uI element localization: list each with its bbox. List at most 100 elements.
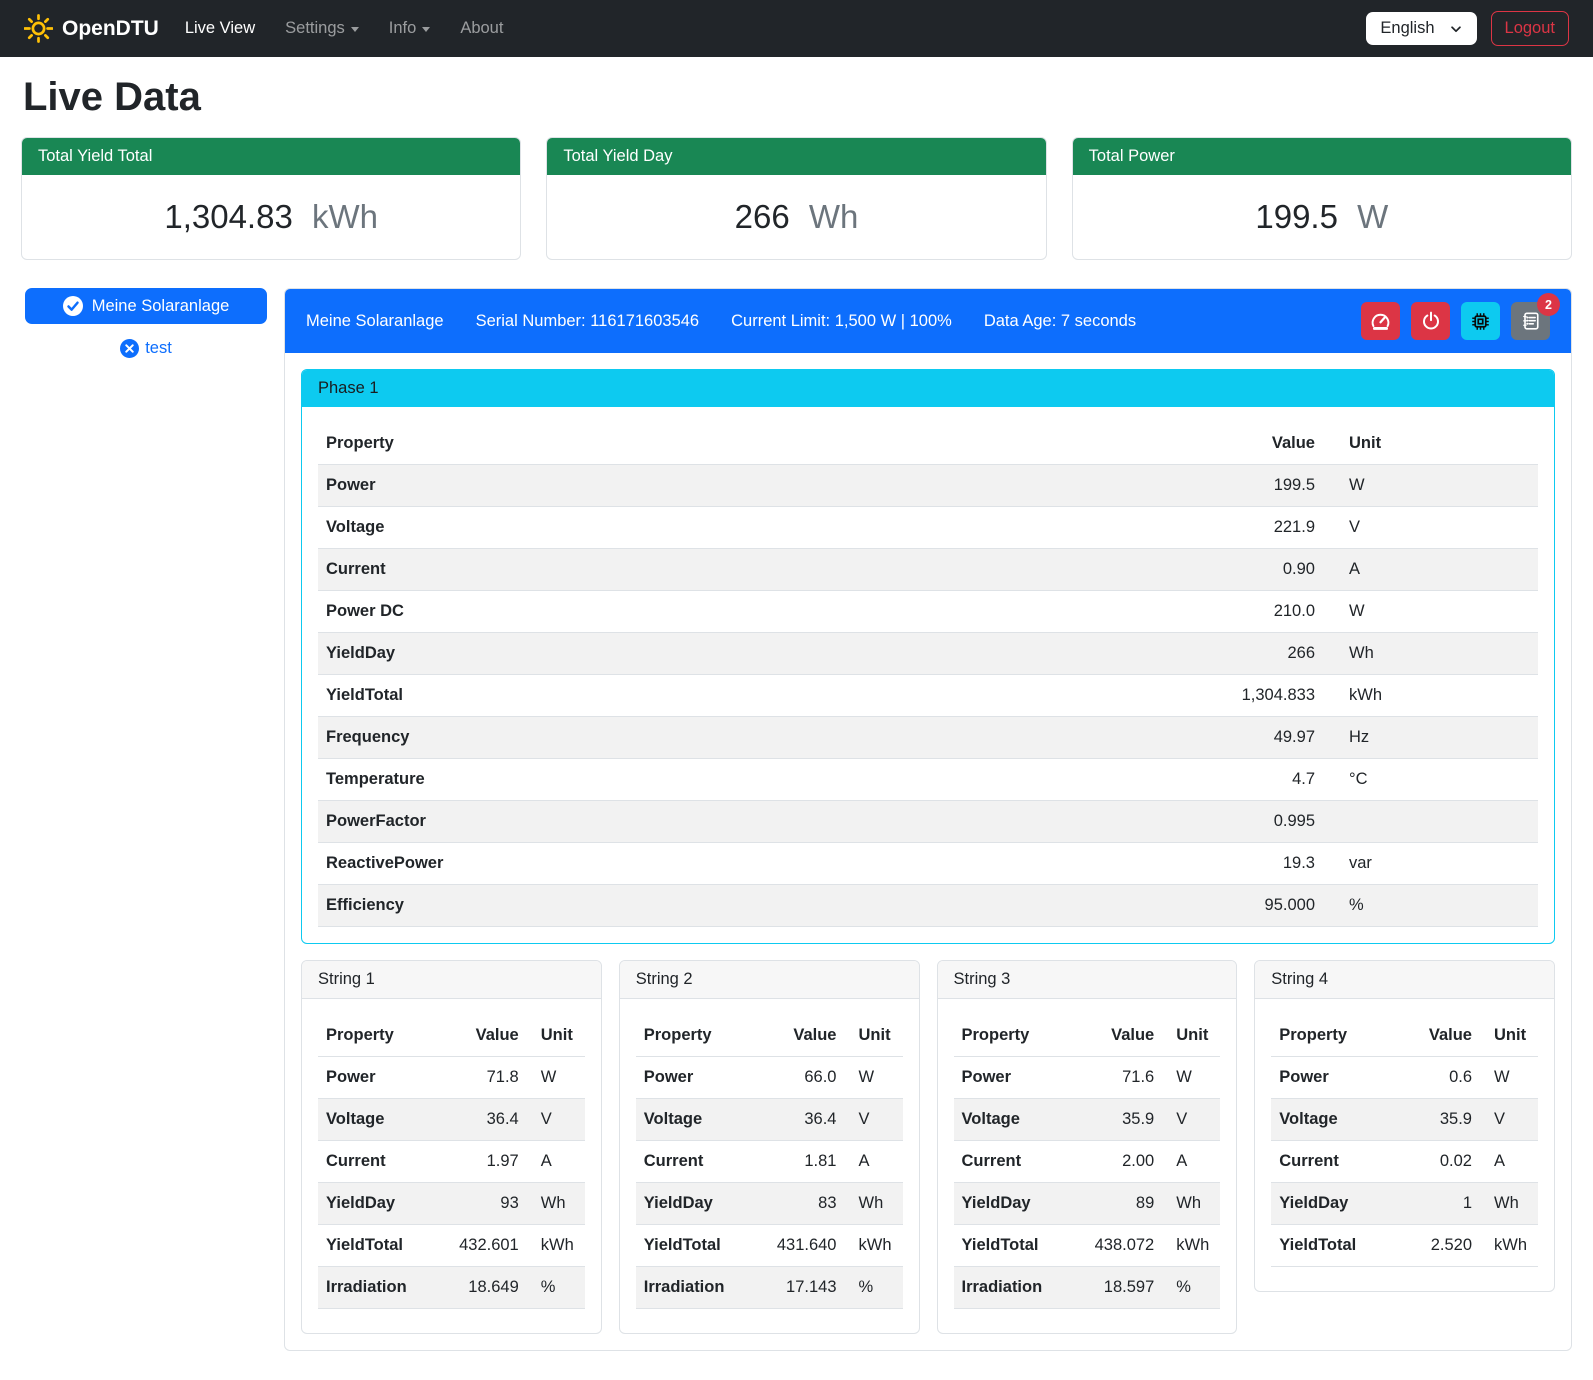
unit-cell: kWh (845, 1225, 903, 1267)
chevron-down-icon (422, 27, 430, 32)
unit-cell: A (527, 1141, 585, 1183)
table-row: YieldDay93Wh (318, 1183, 585, 1225)
unit-cell: Wh (527, 1183, 585, 1225)
table-row: Irradiation18.597% (954, 1267, 1221, 1309)
strings-row: String 1 Property Value Unit (301, 960, 1555, 1334)
property-cell: Power (318, 465, 1153, 507)
value-cell: 2.00 (1070, 1141, 1162, 1183)
cpu-icon (1470, 311, 1491, 332)
table-row: Current0.02A (1271, 1141, 1538, 1183)
value-cell: 1,304.833 (1153, 675, 1323, 717)
value-cell: 1.81 (753, 1141, 845, 1183)
inverter-panel-body: Phase 1 Property Value Unit Power199.5WV… (285, 353, 1571, 1350)
property-cell: Voltage (1271, 1099, 1388, 1141)
unit-cell: W (1162, 1057, 1220, 1099)
property-cell: YieldTotal (318, 1225, 435, 1267)
property-cell: Power (636, 1057, 753, 1099)
logout-button[interactable]: Logout (1491, 11, 1569, 46)
card-body: 1,304.83 kWh (22, 175, 520, 259)
inverter-action-buttons: 2 (1361, 302, 1550, 340)
string-4-table: Property Value Unit Power0.6WVoltage35.9… (1271, 1015, 1538, 1267)
table-row: Power0.6W (1271, 1057, 1538, 1099)
property-cell: YieldTotal (318, 675, 1153, 717)
inverter-name: Meine Solaranlage (306, 312, 444, 331)
column-header-value: Value (1153, 423, 1323, 465)
property-cell: Current (954, 1141, 1071, 1183)
card-title: Total Yield Day (547, 138, 1045, 175)
unit-cell: W (1480, 1057, 1538, 1099)
main-container: Live Data Total Yield Total 1,304.83 kWh… (0, 75, 1593, 1380)
property-cell: YieldTotal (1271, 1225, 1388, 1267)
value-cell: 2.520 (1388, 1225, 1480, 1267)
column-header-unit: Unit (1480, 1015, 1538, 1057)
nav-item-about[interactable]: About (460, 19, 503, 38)
column-header-unit: Unit (527, 1015, 585, 1057)
table-header-row: Property Value Unit (1271, 1015, 1538, 1057)
unit-cell: V (527, 1099, 585, 1141)
nav-item-label: Live View (185, 19, 255, 38)
value-cell: 35.9 (1070, 1099, 1162, 1141)
value-cell: 66.0 (753, 1057, 845, 1099)
string-card-title: String 1 (302, 961, 601, 999)
property-cell: YieldDay (1271, 1183, 1388, 1225)
property-cell: Power (318, 1057, 435, 1099)
card-unit: Wh (809, 198, 859, 235)
inverter-selector-active[interactable]: Meine Solaranlage (25, 288, 267, 324)
gauge-icon (1370, 311, 1391, 332)
nav-item-live-view[interactable]: Live View (185, 19, 255, 38)
inverter-limit: Current Limit: 1,500 W | 100% (731, 312, 952, 331)
property-cell: YieldDay (318, 1183, 435, 1225)
string-card-body: Property Value Unit Power66.0WVoltage36.… (620, 999, 919, 1333)
event-count-badge: 2 (1537, 293, 1560, 316)
property-cell: ReactivePower (318, 843, 1153, 885)
value-cell: 0.6 (1388, 1057, 1480, 1099)
card-body: 266 Wh (547, 175, 1045, 259)
brand[interactable]: OpenDTU (24, 14, 159, 43)
table-row: Efficiency95.000% (318, 885, 1538, 927)
value-cell: 4.7 (1153, 759, 1323, 801)
x-circle-icon (120, 339, 139, 358)
string-card-body: Property Value Unit Power0.6WVoltage35.9… (1255, 999, 1554, 1291)
column-header-unit: Unit (845, 1015, 903, 1057)
total-power-card: Total Power 199.5 W (1072, 137, 1572, 260)
limit-settings-button[interactable] (1361, 302, 1400, 340)
value-cell: 36.4 (753, 1099, 845, 1141)
unit-cell: Wh (1323, 633, 1538, 675)
nav-item-info[interactable]: Info (389, 19, 431, 38)
power-button[interactable] (1411, 302, 1450, 340)
table-row: PowerFactor0.995 (318, 801, 1538, 843)
table-row: Power71.8W (318, 1057, 585, 1099)
sun-logo-icon (24, 14, 53, 43)
property-cell: YieldTotal (954, 1225, 1071, 1267)
card-unit: W (1357, 198, 1388, 235)
unit-cell: % (845, 1267, 903, 1309)
column-header-property: Property (318, 1015, 435, 1057)
navbar: OpenDTU Live View Settings Info About En… (0, 0, 1593, 57)
inverter-selector-test[interactable]: test (25, 339, 267, 358)
value-cell: 0.90 (1153, 549, 1323, 591)
language-select[interactable]: English (1366, 12, 1476, 45)
event-log-button[interactable]: 2 (1511, 302, 1550, 340)
column-header-unit: Unit (1323, 423, 1538, 465)
string-card-title: String 4 (1255, 961, 1554, 999)
phase-card-body: Property Value Unit Power199.5WVoltage22… (302, 407, 1554, 943)
string-4-card: String 4 Property Value Unit (1254, 960, 1555, 1292)
unit-cell: W (845, 1057, 903, 1099)
string-3-card: String 3 Property Value Unit (937, 960, 1238, 1334)
inverter-selector-label: Meine Solaranlage (92, 297, 230, 316)
unit-cell: W (527, 1057, 585, 1099)
unit-cell: A (1323, 549, 1538, 591)
unit-cell: W (1323, 591, 1538, 633)
table-row: Voltage221.9V (318, 507, 1538, 549)
unit-cell: A (1480, 1141, 1538, 1183)
value-cell: 1.97 (435, 1141, 527, 1183)
device-info-button[interactable] (1461, 302, 1500, 340)
table-row: YieldTotal1,304.833kWh (318, 675, 1538, 717)
unit-cell (1323, 801, 1538, 843)
property-cell: Current (318, 1141, 435, 1183)
total-yield-day-card: Total Yield Day 266 Wh (546, 137, 1046, 260)
value-cell: 71.6 (1070, 1057, 1162, 1099)
inverter-panel-header: Meine Solaranlage Serial Number: 1161716… (285, 289, 1571, 353)
table-row: Irradiation17.143% (636, 1267, 903, 1309)
nav-item-settings[interactable]: Settings (285, 19, 359, 38)
